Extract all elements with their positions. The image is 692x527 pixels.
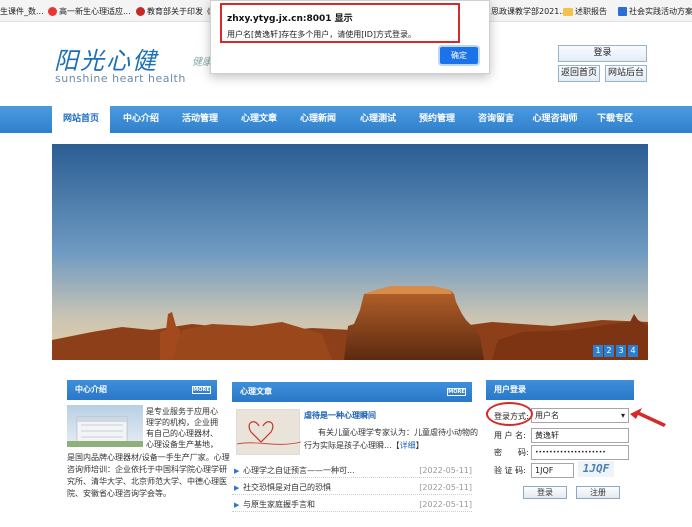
intro-panel-header: 中心介绍 MORE bbox=[67, 380, 217, 400]
nav-activities[interactable]: 活动管理 bbox=[171, 106, 229, 133]
article-date: [2022-05-11] bbox=[419, 500, 472, 509]
main-nav: 网站首页 中心介绍 活动管理 心理文章 心理新闻 心理测试 预约管理 咨询留言 … bbox=[0, 106, 692, 133]
nav-center-intro[interactable]: 中心介绍 bbox=[112, 106, 170, 133]
intro-text: 是专业服务于应用心 bbox=[146, 407, 218, 416]
banner-page-4[interactable]: 4 bbox=[628, 345, 638, 357]
featured-article-summary: 行为实际是孩子心理瞬...【详细】 bbox=[304, 441, 424, 450]
bookmark-1[interactable]: 生课件_数... bbox=[0, 5, 44, 18]
site-logo-english: sunshine heart health bbox=[55, 72, 186, 85]
nav-appointments[interactable]: 预约管理 bbox=[408, 106, 466, 133]
featured-article-summary: 有关儿童心理学专家认为：儿童虐待小动物的 bbox=[318, 428, 478, 437]
intro-text: 院、安徽省心理咨询学会等。 bbox=[67, 489, 171, 498]
bookmark-4[interactable]: 思政课教学部2021... bbox=[491, 5, 567, 18]
bookmark-label: 述职报告 bbox=[575, 7, 607, 16]
chevron-down-icon: ▾ bbox=[620, 411, 625, 420]
login-submit-button[interactable]: 登录 bbox=[523, 486, 567, 499]
login-panel-header: 用户登录 bbox=[486, 380, 634, 400]
bookmark-6[interactable]: 社会实践活动方案... bbox=[618, 5, 692, 18]
intro-text: 理学的机构，企业拥 bbox=[146, 418, 218, 427]
articles-panel-title: 心理文章 bbox=[240, 387, 272, 396]
logo-slogan: 健康 bbox=[192, 57, 212, 68]
captcha-input[interactable]: 1JQF bbox=[531, 463, 574, 478]
password-label: 密 码: bbox=[494, 448, 529, 457]
banner-page-2[interactable]: 2 bbox=[604, 345, 614, 357]
intro-text: 是国内品牌心理器材/设备一手生产厂家。心理 bbox=[67, 453, 230, 462]
bookmark-5[interactable]: 述职报告 bbox=[563, 5, 607, 18]
nav-downloads[interactable]: 下载专区 bbox=[586, 106, 644, 133]
captcha-label: 验 证 码: bbox=[494, 466, 526, 475]
bookmark-2[interactable]: 高一新生心理适应... bbox=[48, 5, 131, 18]
intro-text: 咨询师培训：企业依托于中国科学院心理学研 bbox=[67, 465, 227, 474]
login-method-value: 用户名 bbox=[535, 411, 559, 420]
username-label: 用 户 名: bbox=[494, 431, 526, 440]
dialog-ok-button[interactable]: 确定 bbox=[440, 47, 478, 64]
bullet-icon: ▶ bbox=[234, 484, 240, 492]
nav-news[interactable]: 心理新闻 bbox=[289, 106, 347, 133]
header-login-button[interactable]: 登录 bbox=[558, 45, 647, 62]
circle-icon bbox=[48, 7, 57, 16]
highlight-box bbox=[220, 3, 460, 43]
intro-more-button[interactable]: MORE bbox=[192, 386, 211, 394]
intro-building-image bbox=[67, 405, 143, 447]
folder-icon bbox=[563, 7, 573, 16]
bookmark-label: 高一新生心理适应... bbox=[59, 7, 131, 16]
nav-articles[interactable]: 心理文章 bbox=[230, 106, 288, 133]
username-input[interactable]: 黄逸轩 bbox=[531, 428, 629, 443]
articles-more-button[interactable]: MORE bbox=[447, 388, 466, 396]
bookmark-label: 思政课教学部2021... bbox=[491, 7, 567, 16]
bullet-icon: ▶ bbox=[234, 501, 240, 509]
article-list-item[interactable]: ▶ 心理学之自证预言——一种可... [2022-05-11] bbox=[232, 464, 472, 478]
bookmark-label: 生课件_数... bbox=[0, 7, 44, 16]
intro-text: 有自己的心理器材、 bbox=[146, 429, 218, 438]
nav-tests[interactable]: 心理测试 bbox=[349, 106, 407, 133]
badge-icon bbox=[136, 7, 145, 16]
hero-banner bbox=[52, 144, 648, 360]
nav-messages[interactable]: 咨询留言 bbox=[467, 106, 525, 133]
nav-home[interactable]: 网站首页 bbox=[52, 106, 110, 133]
featured-detail-link[interactable]: 详细 bbox=[400, 441, 416, 450]
site-logo: 阳光心健 bbox=[54, 47, 158, 75]
article-list-item[interactable]: ▶ 社交恐惧是对自己的恐惧 [2022-05-11] bbox=[232, 481, 472, 495]
intro-panel-title: 中心介绍 bbox=[75, 385, 107, 394]
intro-text: 究所、清华大学、北京师范大学、中德心理医 bbox=[67, 477, 227, 486]
article-date: [2022-05-11] bbox=[419, 483, 472, 492]
bookmark-label: 社会实践活动方案... bbox=[629, 7, 692, 16]
bullet-icon: ▶ bbox=[234, 467, 240, 475]
article-title[interactable]: 社交恐惧是对自己的恐惧 bbox=[243, 481, 331, 495]
captcha-image[interactable]: 1JQF bbox=[578, 461, 614, 477]
admin-button[interactable]: 网站后台 bbox=[605, 65, 647, 82]
articles-panel-header: 心理文章 MORE bbox=[232, 382, 472, 402]
article-title[interactable]: 心理学之自证预言——一种可... bbox=[243, 464, 355, 478]
article-title[interactable]: 与原生家庭握手言和 bbox=[243, 498, 315, 512]
article-list-item[interactable]: ▶ 与原生家庭握手言和 [2022-05-11] bbox=[232, 498, 472, 512]
page-icon bbox=[618, 7, 627, 16]
highlight-oval bbox=[486, 402, 533, 426]
bookmark-label: 教育部关于印发《... bbox=[147, 7, 219, 16]
red-arrow-icon bbox=[630, 408, 666, 427]
banner-page-3[interactable]: 3 bbox=[616, 345, 626, 357]
login-method-select[interactable]: 用户名 ▾ bbox=[531, 408, 629, 423]
home-button[interactable]: 返回首页 bbox=[558, 65, 600, 82]
bookmark-3[interactable]: 教育部关于印发《... bbox=[136, 5, 219, 18]
password-input[interactable]: •••••••••••••••••••• bbox=[531, 445, 629, 460]
register-button[interactable]: 注册 bbox=[576, 486, 620, 499]
intro-text: 心理设备生产基地， bbox=[146, 440, 218, 449]
article-date: [2022-05-11] bbox=[419, 466, 472, 475]
featured-article-summary-text: 行为实际是孩子心理瞬... bbox=[304, 441, 392, 450]
featured-article-title[interactable]: 虐待是一种心理瞬间 bbox=[304, 410, 376, 421]
nav-counselors[interactable]: 心理咨询师 bbox=[526, 106, 584, 133]
banner-page-1[interactable]: 1 bbox=[593, 345, 603, 357]
article-thumbnail[interactable] bbox=[236, 409, 302, 455]
